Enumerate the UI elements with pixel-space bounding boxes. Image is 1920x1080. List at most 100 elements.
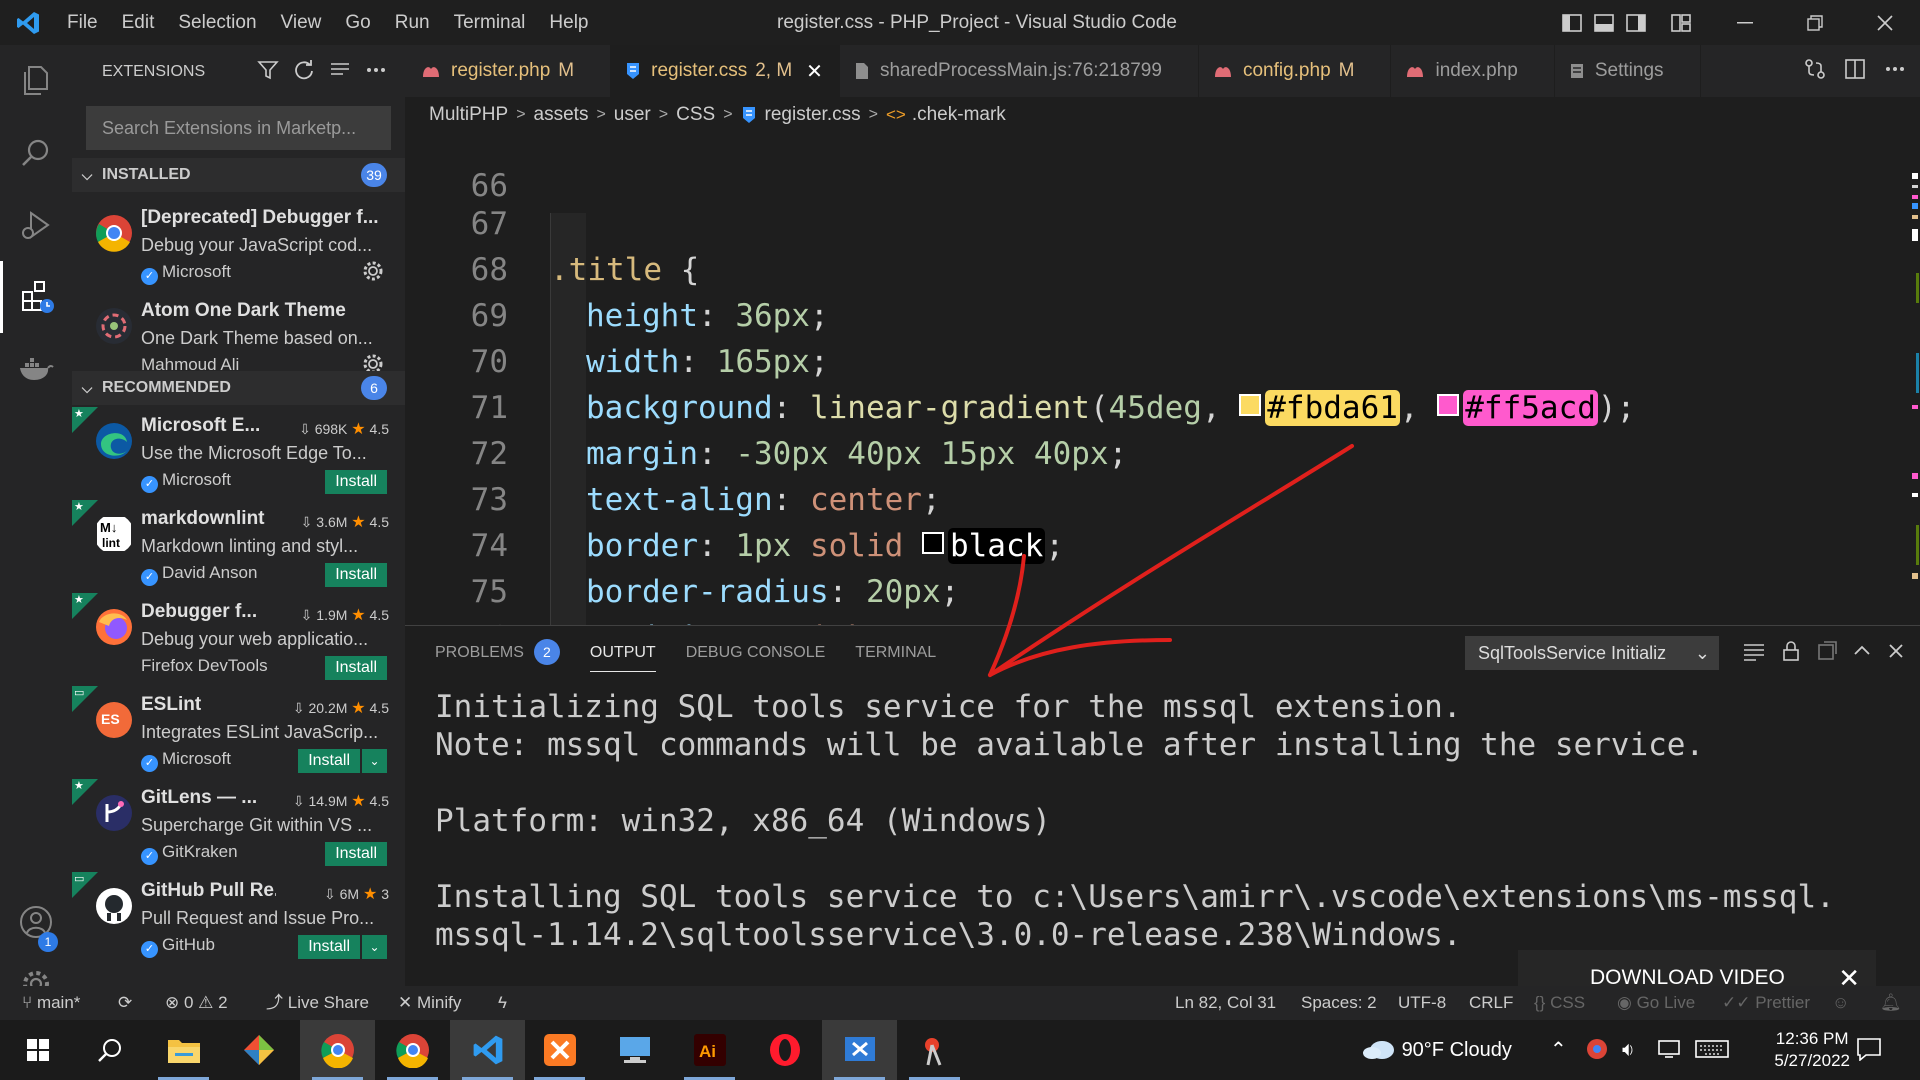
notifications-icon[interactable] xyxy=(1856,1020,1882,1080)
breadcrumb-item[interactable]: assets xyxy=(534,104,589,126)
go-live-button[interactable]: ◉ Go Live xyxy=(1617,986,1695,1020)
extension-item[interactable]: ▭ GitHub Pull Re... ⇩ 6M ★ 3 Pull Request a… xyxy=(72,872,405,965)
clear-results-icon[interactable] xyxy=(329,59,351,86)
clock[interactable]: 12:36 PM 5/27/2022 xyxy=(1774,1028,1850,1072)
customize-layout-icon[interactable] xyxy=(1652,0,1710,45)
close-window-button[interactable] xyxy=(1850,0,1920,45)
indentation[interactable]: Spaces: 2 xyxy=(1301,986,1377,1020)
lightning-icon[interactable]: ϟ xyxy=(498,986,507,1020)
code-editor[interactable]: 66 67 .title { 68 height: 36px; 69 width… xyxy=(405,133,1900,625)
more-actions-icon[interactable] xyxy=(1884,58,1906,85)
close-panel-icon[interactable] xyxy=(1886,641,1906,666)
toggle-panel-icon[interactable] xyxy=(1588,0,1620,45)
breadcrumb-item[interactable]: register.css xyxy=(765,104,861,126)
menu-run[interactable]: Run xyxy=(383,0,442,45)
refresh-icon[interactable] xyxy=(293,59,315,86)
notifications-bell-icon[interactable]: 🔔︎ xyxy=(1880,986,1902,1020)
recording-app-icon[interactable] xyxy=(897,1020,972,1080)
open-changes-icon[interactable] xyxy=(1804,58,1826,85)
source-control-branch[interactable]: ⑂ main* xyxy=(22,986,80,1020)
feedback-icon[interactable]: ☺ xyxy=(1832,986,1849,1020)
clear-output-icon[interactable] xyxy=(1742,640,1766,667)
breadcrumb-item[interactable]: user xyxy=(614,104,651,126)
tab-register-css[interactable]: register.css 2, M ✕ xyxy=(611,45,840,97)
install-button[interactable]: Install xyxy=(298,749,360,773)
extensions-icon[interactable] xyxy=(0,261,72,333)
manage-gear-icon[interactable] xyxy=(361,259,385,283)
installed-section-header[interactable]: ⌵ INSTALLED 39 xyxy=(72,158,405,192)
install-button[interactable]: Install xyxy=(325,470,387,494)
install-button[interactable]: Install xyxy=(325,656,387,680)
tab-register-php[interactable]: register.php M xyxy=(405,45,612,97)
network-icon[interactable] xyxy=(1657,1020,1681,1080)
tab-debug-console[interactable]: DEBUG CONSOLE xyxy=(686,626,826,680)
extension-item[interactable]: ★ Microsoft E... ⇩ 698K ★ 4.5 Use the Micro… xyxy=(72,407,405,500)
extension-item[interactable]: ★ Debugger f... ⇩ 1.9M ★ 4.5 Debug your web… xyxy=(72,593,405,686)
overview-ruler[interactable] xyxy=(1900,133,1920,625)
extension-item[interactable]: ★ GitLens — ... ⇩ 14.9M ★ 4.5 Supercharge G… xyxy=(72,779,405,872)
explorer-icon[interactable] xyxy=(0,45,72,117)
cursor-position[interactable]: Ln 82, Col 31 xyxy=(1175,986,1276,1020)
menu-help[interactable]: Help xyxy=(537,0,600,45)
split-editor-icon[interactable] xyxy=(1844,58,1866,85)
breadcrumb-item[interactable]: .chek-mark xyxy=(912,104,1006,126)
install-button[interactable]: Install xyxy=(325,563,387,587)
menu-selection[interactable]: Selection xyxy=(166,0,268,45)
tab-config-php[interactable]: config.php M xyxy=(1199,45,1392,97)
prettier-button[interactable]: ✓✓ Prettier xyxy=(1722,986,1810,1020)
filter-icon[interactable] xyxy=(257,59,279,86)
output-channel-select[interactable]: SqlToolsService Initializ ⌄ xyxy=(1465,636,1719,670)
vscode-app-icon[interactable] xyxy=(450,1020,525,1080)
file-explorer-app-icon[interactable] xyxy=(146,1020,221,1080)
toggle-sidebar-icon[interactable] xyxy=(1556,0,1588,45)
run-debug-icon[interactable] xyxy=(0,189,72,261)
breadcrumb-item[interactable]: MultiPHP xyxy=(429,104,508,126)
keyboard-icon[interactable] xyxy=(1695,1020,1729,1080)
windows-start-icon[interactable] xyxy=(0,1020,75,1080)
extension-item[interactable]: [Deprecated] Debugger f... Debug your Jav… xyxy=(72,199,405,292)
more-actions-icon[interactable] xyxy=(365,59,387,86)
maximize-panel-icon[interactable] xyxy=(1852,641,1872,666)
minify-button[interactable]: ✕ Minify xyxy=(398,986,461,1020)
tab-settings[interactable]: Settings xyxy=(1555,45,1701,97)
install-options-chevron-icon[interactable]: ⌄ xyxy=(362,749,387,773)
search-icon[interactable] xyxy=(0,117,72,189)
tab-terminal[interactable]: TERMINAL xyxy=(855,626,936,680)
menu-view[interactable]: View xyxy=(269,0,334,45)
computer-app-icon[interactable] xyxy=(597,1020,672,1080)
minimize-button[interactable] xyxy=(1710,0,1780,45)
install-button[interactable]: Install xyxy=(298,935,360,959)
menu-edit[interactable]: Edit xyxy=(110,0,167,45)
tab-problems[interactable]: PROBLEMS 2 xyxy=(435,626,560,680)
menu-file[interactable]: File xyxy=(55,0,110,45)
weather-widget[interactable]: 90°F Cloudy xyxy=(1362,1020,1512,1080)
chrome-tray-icon[interactable] xyxy=(1586,1020,1608,1080)
tab-sharedprocessmain-js-76-218799[interactable]: sharedProcessMain.js:76:218799 xyxy=(840,45,1199,97)
end-of-line[interactable]: CRLF xyxy=(1469,986,1513,1020)
breadcrumb-item[interactable]: CSS xyxy=(676,104,715,126)
search-icon[interactable] xyxy=(72,1020,147,1080)
lock-scroll-icon[interactable] xyxy=(1780,640,1802,667)
docker-icon[interactable] xyxy=(0,333,72,405)
recommended-section-header[interactable]: ⌵ RECOMMENDED 6 xyxy=(72,371,405,405)
encoding[interactable]: UTF-8 xyxy=(1398,986,1446,1020)
install-options-chevron-icon[interactable]: ⌄ xyxy=(362,935,387,959)
tab-index-php[interactable]: index.php xyxy=(1391,45,1555,97)
install-button[interactable]: Install xyxy=(325,842,387,866)
toggle-secondary-sidebar-icon[interactable] xyxy=(1620,0,1652,45)
show-hidden-icons[interactable]: ⌃ xyxy=(1550,1020,1567,1080)
restore-button[interactable] xyxy=(1780,0,1850,45)
opera-app-icon[interactable] xyxy=(747,1020,822,1080)
menu-terminal[interactable]: Terminal xyxy=(442,0,538,45)
live-share-button[interactable]: ⤴ Live Share xyxy=(266,986,369,1020)
problems-status[interactable]: ⊗ 0 ⚠ 2 xyxy=(165,986,228,1020)
xampp-app-icon[interactable] xyxy=(522,1020,597,1080)
extension-item[interactable]: ★ M↓ lint markdownlint ⇩ 3.6M ★ 4.5 Markdown … xyxy=(72,500,405,593)
illustrator-app-icon[interactable]: Ai xyxy=(672,1020,747,1080)
git-app-icon[interactable] xyxy=(221,1020,296,1080)
sync-icon[interactable]: ⟳ xyxy=(118,986,132,1020)
tab-output[interactable]: OUTPUT xyxy=(589,626,656,680)
language-mode[interactable]: {} CSS xyxy=(1534,986,1585,1020)
chrome-app-icon[interactable] xyxy=(375,1020,450,1080)
close-icon[interactable]: ✕ xyxy=(806,59,823,84)
